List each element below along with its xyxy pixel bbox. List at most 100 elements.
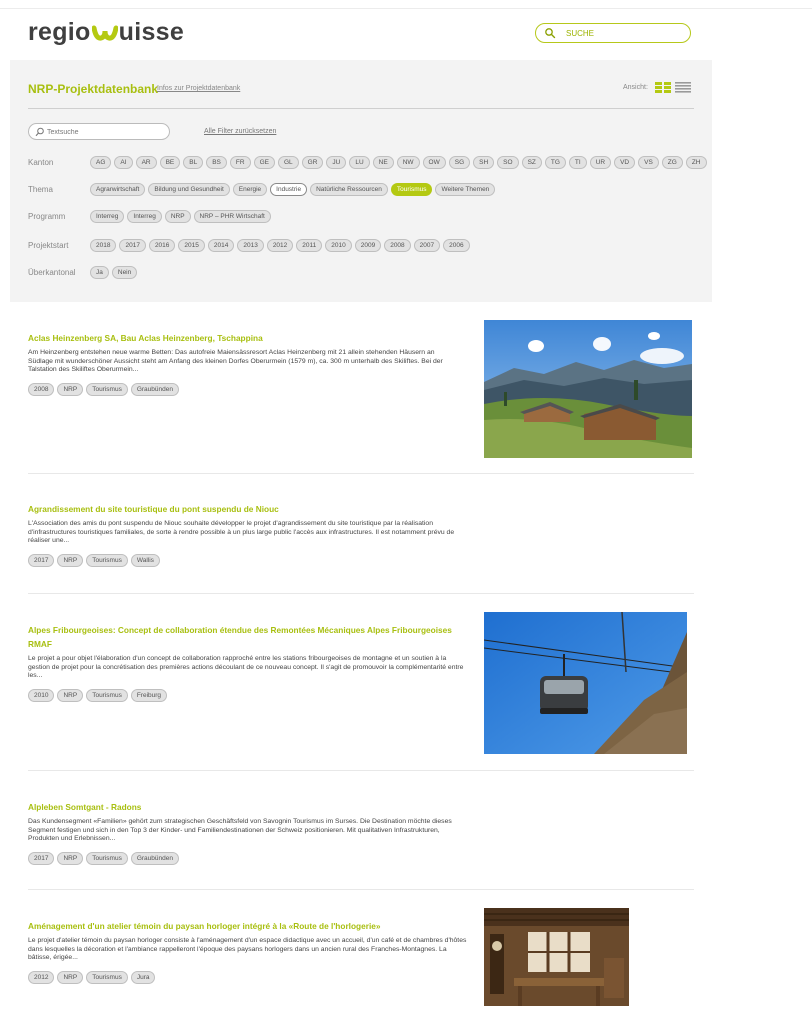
project-title[interactable]: Alpes Fribourgeoises: Concept de collabo… [28,623,468,651]
filter-chip[interactable]: Nein [111,266,138,279]
project-tag[interactable]: 2008 [28,382,55,396]
project-image[interactable] [484,320,692,458]
project-item[interactable]: Alpleben Somtgant - Radons Das Kundenseg… [28,800,468,865]
filter-chip[interactable]: GL [277,156,299,169]
filter-chip[interactable]: Agrarwirtschaft [90,183,146,196]
filter-chip[interactable]: AG [90,156,112,169]
filter-chip[interactable]: BL [183,156,204,169]
filter-chip[interactable]: 2017 [119,239,146,252]
filter-chip[interactable]: SG [448,156,471,169]
project-tag[interactable]: 2017 [28,851,55,865]
site-logo[interactable]: regio uisse [28,18,184,47]
project-tag[interactable]: Tourismus [86,851,128,865]
filter-chip[interactable]: SH [473,156,495,169]
site-search-input[interactable] [566,26,684,40]
filter-chip[interactable]: Energie [232,183,268,196]
filter-chip[interactable]: NW [396,156,420,169]
filter-chip[interactable]: NRP – PHR Wirtschaft [193,210,271,223]
project-tag[interactable]: Freiburg [130,688,168,702]
filter-chip[interactable]: GR [301,156,324,169]
filter-chip[interactable]: BS [206,156,227,169]
project-image[interactable] [484,908,629,1006]
project-tag[interactable]: Tourismus [86,970,128,984]
grid-view-icon[interactable] [655,82,671,93]
filter-chip[interactable]: 2010 [325,239,352,252]
project-tag[interactable]: NRP [57,553,84,567]
filter-chip[interactable]: 2014 [207,239,235,252]
panel-divider [28,108,694,109]
filter-chip[interactable]: 2013 [237,239,264,252]
filter-chip[interactable]: ZG [661,156,683,169]
project-tag[interactable]: Tourismus [86,382,128,396]
filter-chip[interactable]: 2009 [354,239,382,252]
filter-chip[interactable]: Natürliche Ressourcen [310,183,388,196]
project-tag[interactable]: 2012 [28,970,55,984]
site-search-box[interactable] [535,23,691,43]
gondola-lift-image [484,612,687,754]
project-tag[interactable]: 2010 [28,688,55,702]
filter-chip[interactable]: 2006 [443,239,470,252]
filter-chip[interactable]: Interreg [90,210,125,223]
filter-chip[interactable]: Tourismus [390,183,433,196]
filter-chip[interactable]: GE [253,156,275,169]
filter-chip[interactable]: NE [372,156,394,169]
filter-chip[interactable]: 2008 [384,239,411,252]
filter-chip[interactable]: BE [159,156,181,169]
filter-chip[interactable]: Weitere Themen [435,183,496,196]
project-tag[interactable]: NRP [57,970,84,984]
project-title[interactable]: Agrandissement du site touristique du po… [28,502,468,516]
project-tag[interactable]: Graubünden [130,851,179,865]
filter-chip[interactable]: SZ [521,156,542,169]
project-item[interactable]: Aménagement d'un atelier témoin du paysa… [28,919,468,984]
filter-chip[interactable]: 2012 [266,239,294,252]
filter-chip[interactable]: 2018 [90,239,117,252]
project-title[interactable]: Aclas Heinzenberg SA, Bau Aclas Heinzenb… [28,331,458,345]
list-view-icon[interactable] [675,82,691,93]
filter-chip[interactable]: 2011 [296,239,323,252]
filter-chip[interactable]: TG [544,156,566,169]
filter-chip[interactable]: 2016 [148,239,176,252]
filter-chip[interactable]: AI [114,156,133,169]
separator [28,770,694,771]
filter-chip[interactable]: ZH [685,156,707,169]
filter-chip[interactable]: Ja [90,266,109,279]
project-tag[interactable]: NRP [57,382,84,396]
project-image[interactable] [484,612,687,754]
database-info-link[interactable]: Infos zur Projektdatenbank [157,85,240,92]
filter-chip[interactable]: SO [497,156,519,169]
filter-chip[interactable]: JU [326,156,347,169]
project-title[interactable]: Alpleben Somtgant - Radons [28,800,468,814]
project-item[interactable]: Aclas Heinzenberg SA, Bau Aclas Heinzenb… [28,331,458,396]
project-tags: 2012 NRP Tourismus Jura [28,970,468,984]
project-tag[interactable]: NRP [57,688,84,702]
project-title[interactable]: Aménagement d'un atelier témoin du paysa… [28,919,468,933]
filter-chip[interactable]: OW [422,156,446,169]
project-tag[interactable]: Wallis [130,553,160,567]
filter-chip[interactable]: 2007 [413,239,441,252]
filter-chip[interactable]: Interreg [127,210,162,223]
project-tag[interactable]: Jura [130,970,156,984]
project-tag[interactable]: NRP [57,851,84,865]
filter-chip[interactable]: Bildung und Gesundheit [148,183,230,196]
reset-filters-link[interactable]: Alle Filter zurücksetzen [204,128,276,135]
filter-chip[interactable]: 2015 [178,239,205,252]
filter-chip[interactable]: Industrie [270,183,308,196]
filter-chip[interactable]: TI [568,156,587,169]
filter-chip[interactable]: NRP [164,210,191,223]
filter-chip[interactable]: UR [589,156,612,169]
filter-chip[interactable]: AR [135,156,157,169]
filter-chip[interactable]: VS [638,156,659,169]
filter-chip[interactable]: FR [229,156,251,169]
project-item[interactable]: Alpes Fribourgeoises: Concept de collabo… [28,623,468,702]
text-search-box[interactable] [28,123,170,140]
filter-chip[interactable]: VD [614,156,636,169]
filter-chip[interactable]: LU [349,156,370,169]
text-search-input[interactable] [47,126,165,138]
project-description: Le projet a pour objet l'élaboration d'u… [28,655,464,680]
project-tag[interactable]: Tourismus [86,553,128,567]
project-item[interactable]: Agrandissement du site touristique du po… [28,502,468,567]
project-tag[interactable]: 2017 [28,553,55,567]
project-tag[interactable]: Tourismus [86,688,128,702]
project-tag[interactable]: Graubünden [130,382,179,396]
filter-chips: Ja Nein [90,266,138,279]
